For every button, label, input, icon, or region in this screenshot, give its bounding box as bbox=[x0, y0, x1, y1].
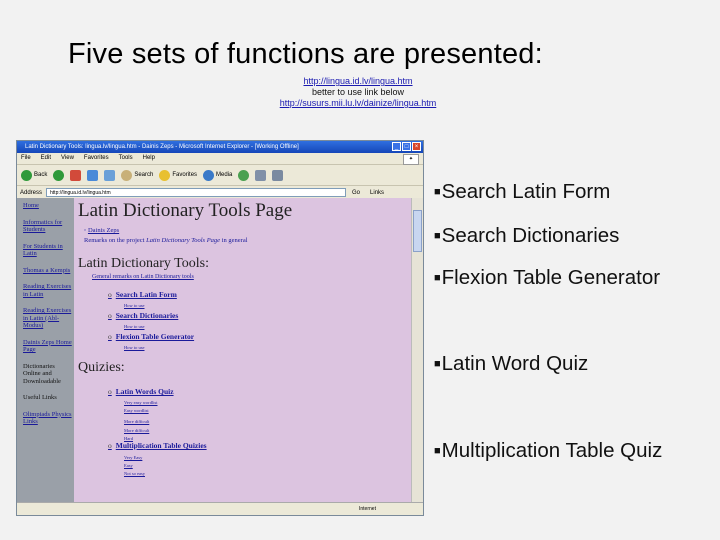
tool-how-to-1[interactable]: How to use bbox=[124, 303, 145, 308]
browser-content: Home Informatics for Students For Studen… bbox=[17, 198, 423, 503]
page-body: Latin Dictionary Tools Page ◦ Dainis Zep… bbox=[74, 198, 411, 503]
quiz1-level-4[interactable]: More difficult bbox=[124, 428, 149, 433]
square-bullet-icon: ■ bbox=[434, 358, 441, 370]
menu-favorites[interactable]: Favorites bbox=[84, 153, 109, 164]
close-icon[interactable]: × bbox=[412, 142, 421, 151]
mirror-link[interactable]: http://susurs.mii.lu.lv/dainize/lingua.h… bbox=[270, 98, 446, 109]
remarks-tail: in general bbox=[221, 237, 248, 244]
tool-search-latin-form[interactable]: o Search Latin Form bbox=[108, 290, 177, 299]
back-button[interactable]: Back bbox=[21, 169, 47, 181]
browser-toolbar: Back Search Favorites Media bbox=[17, 165, 423, 186]
sidebar-item-informatics[interactable]: Informatics for Students bbox=[23, 219, 74, 234]
page-title: Latin Dictionary Tools Page bbox=[78, 200, 293, 221]
bullet-latin-word-quiz: ■Latin Word Quiz bbox=[434, 352, 589, 375]
quiz-latin-words[interactable]: o Latin Words Quiz bbox=[108, 387, 174, 396]
sidebar-item-dictionaries: Dictionaries Online and Downloadable bbox=[23, 362, 61, 385]
quiz1-level-3[interactable]: More difficult bbox=[124, 419, 149, 424]
mail-icon[interactable] bbox=[255, 169, 267, 181]
slide-title: Five sets of functions are presented: bbox=[68, 38, 543, 70]
menu-help[interactable]: Help bbox=[143, 153, 155, 164]
square-bullet-icon: ■ bbox=[434, 272, 441, 284]
window-controls: _ □ × bbox=[392, 142, 421, 151]
bullet-search-dictionaries: ■Search Dictionaries bbox=[434, 224, 620, 247]
links-button[interactable]: Links bbox=[370, 190, 384, 196]
link-note: better to use link below bbox=[311, 87, 405, 97]
maximize-icon[interactable]: □ bbox=[402, 142, 411, 151]
search-icon bbox=[121, 169, 133, 181]
browser-title-bar: Latin Dictionary Tools: lingua.lv/lingua… bbox=[17, 141, 423, 153]
window-title: Latin Dictionary Tools: lingua.lv/lingua… bbox=[25, 144, 299, 150]
star-icon bbox=[159, 169, 171, 181]
history-icon[interactable] bbox=[238, 169, 250, 181]
tools-heading: Latin Dictionary Tools: bbox=[78, 256, 209, 271]
bullet-search-latin-form: ■Search Latin Form bbox=[434, 180, 611, 203]
sidebar-item-home[interactable]: Home bbox=[23, 202, 74, 210]
print-icon[interactable] bbox=[272, 169, 284, 181]
square-bullet-icon: ■ bbox=[434, 445, 441, 457]
remarks-text: Remarks on the project bbox=[84, 237, 145, 244]
tool-how-to-2[interactable]: How to use bbox=[124, 324, 145, 329]
menu-view[interactable]: View bbox=[61, 153, 74, 164]
menu-file[interactable]: File bbox=[21, 153, 31, 164]
address-label: Address bbox=[20, 189, 43, 196]
status-zone: Internet bbox=[359, 506, 376, 512]
windows-logo-icon: ✦ bbox=[403, 154, 419, 165]
sidebar-item-reading[interactable]: Reading Exercises in Latin bbox=[23, 283, 74, 298]
menu-tools[interactable]: Tools bbox=[119, 153, 133, 164]
sidebar-item-home-page[interactable]: Dainis Zeps Home Page bbox=[23, 339, 74, 354]
sidebar-item-physics[interactable]: Olimpiads Physics Links bbox=[23, 411, 74, 426]
quiz1-level-1[interactable]: Very easy wordlist bbox=[124, 400, 158, 405]
tool-flexion-table[interactable]: o Flexion Table Generator bbox=[108, 332, 194, 341]
refresh-icon[interactable] bbox=[87, 169, 99, 181]
menu-edit[interactable]: Edit bbox=[41, 153, 51, 164]
quiz2-level-2[interactable]: Easy bbox=[124, 463, 133, 468]
square-bullet-icon: ■ bbox=[434, 186, 441, 198]
quiz2-level-3[interactable]: Not so easy bbox=[124, 471, 145, 476]
forward-arrow-icon[interactable] bbox=[53, 169, 65, 181]
quiz-heading: Quizies: bbox=[78, 360, 125, 375]
stop-icon[interactable] bbox=[70, 169, 82, 181]
sidebar-item-useful-links: Useful Links bbox=[23, 394, 57, 401]
author-block: ◦ Dainis Zeps Remarks on the project Lat… bbox=[84, 226, 248, 246]
browser-screenshot: Latin Dictionary Tools: lingua.lv/lingua… bbox=[16, 140, 424, 516]
favorites-button[interactable]: Favorites bbox=[159, 169, 197, 181]
sidebar-item-reading-abl[interactable]: Reading Exercises in Latin (Abl-Modus) bbox=[23, 307, 74, 330]
lingua-link[interactable]: http://lingua.id.lv/lingua.htm bbox=[270, 76, 446, 87]
square-bullet-icon: ■ bbox=[434, 230, 441, 242]
tool-search-dictionaries[interactable]: o Search Dictionaries bbox=[108, 311, 178, 320]
bullet-multiplication-quiz: ■Multiplication Table Quiz bbox=[434, 439, 663, 462]
address-input[interactable]: http://lingua.id.lv/lingua.htm bbox=[46, 188, 347, 197]
slide-links: http://lingua.id.lv/lingua.htm better to… bbox=[270, 76, 446, 109]
tools-remark[interactable]: General remarks on Latin Dictionary tool… bbox=[92, 274, 194, 280]
search-button[interactable]: Search bbox=[121, 169, 153, 181]
quiz1-level-2[interactable]: Easy wordlist bbox=[124, 408, 149, 413]
vertical-scrollbar[interactable] bbox=[411, 198, 423, 503]
tool-how-to-3[interactable]: How to use bbox=[124, 345, 145, 350]
scrollbar-thumb[interactable] bbox=[413, 210, 422, 252]
back-arrow-icon bbox=[21, 169, 32, 181]
media-icon bbox=[203, 169, 215, 181]
author-link[interactable]: Dainis Zeps bbox=[88, 227, 119, 234]
menu-bar: File Edit View Favorites Tools Help ✦ bbox=[17, 153, 423, 165]
sidebar-item-kempis[interactable]: Thomas a Kempis bbox=[23, 267, 74, 275]
home-icon[interactable] bbox=[104, 169, 116, 181]
minimize-icon[interactable]: _ bbox=[392, 142, 401, 151]
media-button[interactable]: Media bbox=[203, 169, 232, 181]
bullet-flexion-table: ■Flexion Table Generator bbox=[434, 266, 661, 289]
quiz2-level-1[interactable]: Very Easy bbox=[124, 455, 142, 460]
quiz-multiplication[interactable]: o Multiplication Table Quizies bbox=[108, 441, 207, 450]
remarks-link[interactable]: Latin Dictionary Tools Page bbox=[146, 237, 220, 244]
status-bar: Internet bbox=[17, 502, 423, 515]
site-sidebar: Home Informatics for Students For Studen… bbox=[17, 198, 74, 503]
sidebar-item-students-latin[interactable]: For Students in Latin bbox=[23, 243, 74, 258]
go-button[interactable]: Go bbox=[352, 190, 360, 196]
